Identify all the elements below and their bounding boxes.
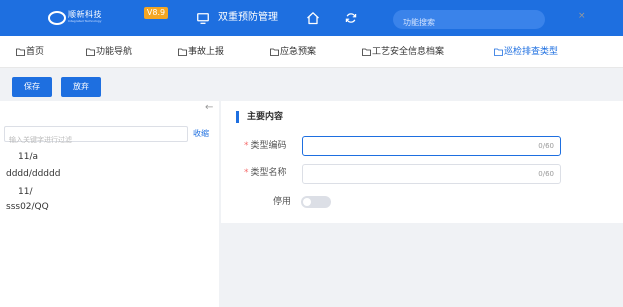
disable-toggle[interactable] — [301, 196, 331, 208]
folder-icon — [270, 48, 279, 56]
function-search-input[interactable] — [393, 13, 545, 32]
required-mark: * — [244, 141, 249, 151]
tab-home[interactable]: 首页 — [16, 46, 44, 58]
type-code-input[interactable] — [303, 140, 560, 159]
type-code-field[interactable]: 0/60 — [302, 136, 561, 159]
type-code-label: * 类型编码 — [244, 141, 287, 151]
tab-label: 事故上报 — [188, 47, 225, 57]
tab-label: 应急预案 — [280, 47, 317, 57]
folder-icon — [362, 48, 371, 56]
tree-item[interactable]: 11/ — [18, 186, 32, 198]
discard-button[interactable]: 放弃 — [61, 77, 101, 97]
section-indicator — [236, 111, 239, 123]
type-name-field[interactable]: 0/60 — [302, 164, 561, 187]
tab-process-safety[interactable]: 工艺安全信息档案 — [362, 46, 444, 58]
logo-tagline: Integrated Technology — [68, 18, 102, 23]
tree-filter-input[interactable] — [5, 133, 187, 147]
logo-icon — [48, 9, 66, 25]
tab-label: 巡检排查类型 — [504, 47, 559, 57]
logo-name: 顺新科技 — [68, 9, 102, 19]
save-button[interactable]: 保存 — [12, 77, 52, 97]
logo: 顺新科技 Integrated Technology — [48, 9, 102, 25]
type-name-input[interactable] — [303, 168, 560, 187]
type-name-label: * 类型名称 — [244, 168, 287, 178]
tab-label: 工艺安全信息档案 — [372, 47, 445, 57]
top-header: 顺新科技 Integrated Technology V8.9 双重预防管理 — [0, 0, 623, 36]
tab-inspection-type[interactable]: 巡检排查类型 — [494, 46, 558, 58]
refresh-icon[interactable] — [345, 12, 357, 24]
monitor-icon — [197, 13, 209, 24]
tree-filter[interactable] — [4, 126, 188, 147]
tab-bar: 首页 功能导航 事故上报 应急预案 工艺安全信息档案 巡检排查类型 — [0, 36, 623, 68]
arrow-left-icon[interactable]: ← — [205, 103, 213, 113]
folder-open-icon — [494, 48, 503, 56]
tab-accident-report[interactable]: 事故上报 — [178, 46, 224, 58]
folder-icon — [178, 48, 187, 56]
section-title: 主要内容 — [247, 112, 284, 122]
collapse-tree-button[interactable]: 收缩 — [193, 129, 209, 139]
version-badge: V8.9 — [144, 7, 168, 19]
tab-emergency-plan[interactable]: 应急预案 — [270, 46, 316, 58]
char-counter: 0/60 — [538, 170, 554, 178]
tree-item[interactable]: 11/a — [18, 151, 38, 163]
tab-function-nav[interactable]: 功能导航 — [86, 46, 132, 58]
char-counter: 0/60 — [538, 142, 554, 150]
home-icon[interactable] — [306, 11, 320, 25]
system-title[interactable]: 双重预防管理 — [218, 11, 278, 25]
folder-icon — [16, 48, 25, 56]
tab-label: 首页 — [26, 47, 45, 57]
tree-item[interactable]: dddd/ddddd — [6, 168, 60, 180]
tab-label: 功能导航 — [96, 47, 133, 57]
required-mark: * — [244, 168, 249, 178]
close-tab-icon[interactable]: × — [578, 10, 586, 22]
tree-item[interactable]: sss02/QQ — [6, 201, 49, 213]
function-search[interactable] — [393, 10, 545, 32]
disable-label: 停用 — [273, 197, 292, 207]
folder-icon — [86, 48, 95, 56]
